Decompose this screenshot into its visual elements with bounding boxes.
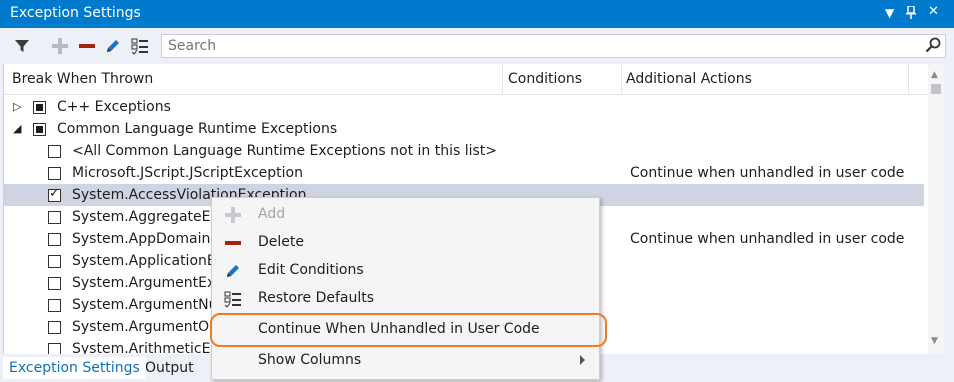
exception-checkbox[interactable] [48,211,61,224]
row-label: System.ArgumentOut [72,319,224,335]
tab-output[interactable]: Output [139,357,200,379]
restore-defaults-icon [224,290,242,308]
exception-checkbox[interactable] [48,186,61,202]
row-label: System.AggregateExc [72,209,227,225]
row-label: <All Common Language Runtime Exceptions … [72,143,498,159]
menu-item-edit-conditions[interactable]: Edit Conditions [212,257,599,285]
edit-conditions-icon[interactable] [104,37,122,55]
row-label: Common Language Runtime Exceptions [57,121,338,137]
menu-item-label: Show Columns [258,352,362,368]
exception-checkbox[interactable] [48,167,61,180]
row-action: Continue when unhandled in user code [630,231,905,247]
menu-item-label: Delete [258,234,304,250]
menu-item-label: Restore Defaults [258,290,375,306]
column-separator[interactable] [502,64,503,94]
expand-arrow-icon[interactable]: ▷ [13,100,21,113]
row-label: Microsoft.JScript.JScriptException [72,165,303,181]
dropdown-icon[interactable]: ▼ [885,6,894,20]
pin-icon[interactable] [906,5,916,22]
submenu-arrow-icon [580,355,585,365]
column-separator[interactable] [621,64,622,94]
exception-checkbox[interactable] [48,233,61,246]
exception-checkbox[interactable] [48,277,61,290]
search-input[interactable] [166,37,910,55]
menu-item-delete[interactable]: Delete [212,229,599,257]
exception-row[interactable]: Microsoft.JScript.JScriptException Conti… [4,162,924,184]
row-label: System.ArithmeticE [72,341,211,354]
delete-icon[interactable] [78,37,96,55]
column-header-break[interactable]: Break When Thrown [12,71,153,87]
row-label: System.ArgumentNull [72,297,226,313]
category-checkbox[interactable] [33,123,46,136]
search-icon[interactable] [925,37,941,57]
search-box[interactable] [161,34,946,58]
row-action: Continue when unhandled in user code [630,165,905,181]
exception-checkbox[interactable] [48,255,61,268]
collapse-arrow-icon[interactable]: ◢ [13,122,21,135]
row-label: System.AppDomainU [72,231,221,247]
add-icon [224,206,242,224]
menu-item-label: Edit Conditions [258,262,364,278]
scrollbar-thumb[interactable] [931,84,941,94]
close-icon[interactable]: ✕ [928,4,939,19]
row-label: System.ArgumentExce [72,275,232,291]
column-header-actions[interactable]: Additional Actions [626,71,752,87]
scroll-up-icon[interactable]: ▲ [931,70,938,80]
row-label: C++ Exceptions [57,99,171,115]
add-icon[interactable] [51,37,69,55]
window-titlebar: Exception Settings ▼ ✕ [0,0,954,28]
context-menu: Add Delete Edit Conditions Restore Defau… [211,197,600,380]
delete-icon [224,234,242,252]
scroll-down-icon[interactable]: ▼ [931,336,938,346]
filter-icon[interactable] [13,37,31,55]
exception-row[interactable]: <All Common Language Runtime Exceptions … [4,140,924,162]
exception-checkbox[interactable] [48,321,61,334]
window-title: Exception Settings [10,5,141,21]
tab-exception-settings[interactable]: Exception Settings [3,357,146,379]
edit-conditions-icon [224,262,242,280]
menu-item-show-columns[interactable]: Show Columns [212,347,599,375]
grid-header: Break When Thrown Conditions Additional … [4,64,928,95]
menu-item-restore-defaults[interactable]: Restore Defaults [212,285,599,313]
column-header-conditions[interactable]: Conditions [508,71,582,87]
menu-item-add[interactable]: Add [212,201,599,229]
tree-row-clr-exceptions[interactable]: ◢ Common Language Runtime Exceptions [4,118,924,140]
exception-checkbox[interactable] [48,299,61,312]
restore-defaults-icon[interactable] [131,37,149,55]
row-label: System.ApplicationEx [72,253,225,269]
exception-checkbox[interactable] [48,343,61,354]
exception-checkbox[interactable] [48,145,61,158]
tree-row-cpp-exceptions[interactable]: ▷ C++ Exceptions [4,96,924,118]
highlight-annotation [210,313,607,347]
menu-item-label: Add [258,206,286,222]
category-checkbox[interactable] [33,101,46,114]
column-separator[interactable] [908,64,909,94]
vertical-scrollbar[interactable]: ▲ ▼ [928,64,944,354]
